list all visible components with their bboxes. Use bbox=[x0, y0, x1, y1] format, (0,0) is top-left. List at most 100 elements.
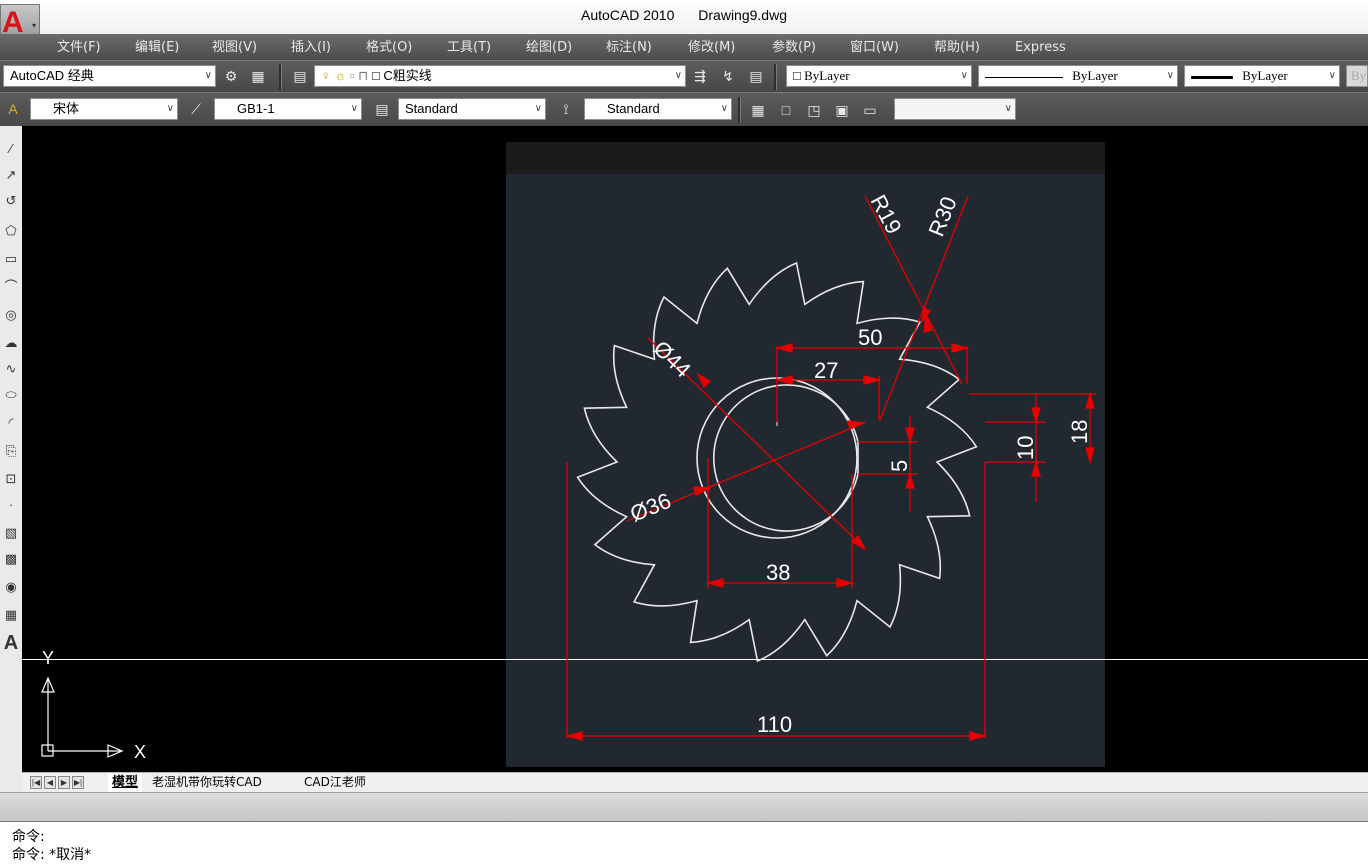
toolbar-separator bbox=[279, 64, 282, 90]
workspace-settings-icon[interactable]: ⚙ bbox=[221, 66, 241, 86]
clip-viewport-icon[interactable]: ▭ bbox=[860, 100, 880, 120]
make-object-layer-current-icon[interactable]: ⇶ bbox=[690, 66, 710, 86]
menu-dimension[interactable]: 标注(N) bbox=[606, 34, 652, 60]
hatch-icon[interactable]: ▧ bbox=[2, 522, 20, 544]
toolbar-separator bbox=[738, 97, 741, 123]
menu-parametric[interactable]: 参数(P) bbox=[772, 34, 816, 60]
chevron-down-icon: ∨ bbox=[1166, 70, 1174, 81]
rectangle-icon[interactable]: ▭ bbox=[2, 248, 20, 270]
tab-model[interactable]: 模型 bbox=[108, 773, 143, 792]
menu-draw[interactable]: 绘图(D) bbox=[526, 34, 572, 60]
arc-icon[interactable]: ⌒ bbox=[2, 276, 20, 298]
multileader-style-select[interactable]: Standard ∨ bbox=[584, 98, 732, 120]
color-select[interactable]: □ ByLayer ∨ bbox=[786, 65, 972, 87]
chevron-down-icon: ∨ bbox=[204, 70, 212, 81]
status-strip bbox=[0, 792, 1368, 822]
drawing-svg: Y X 110 50 27 38 5 10 18 Ø44 Ø36 R19 R30 bbox=[22, 191, 1368, 762]
multileader-style-icon[interactable]: ⟟ bbox=[556, 99, 576, 119]
table-icon[interactable]: ▦ bbox=[2, 604, 20, 626]
lineweight-select[interactable]: ByLayer ∨ bbox=[1184, 65, 1340, 87]
text-style-manager-icon[interactable]: A bbox=[3, 99, 23, 119]
layer-previous-icon[interactable]: ↯ bbox=[718, 66, 738, 86]
polyline-icon[interactable]: ↺ bbox=[2, 190, 20, 212]
menu-bar: 文件(F) 编辑(E) 视图(V) 插入(I) 格式(O) 工具(T) 绘图(D… bbox=[0, 34, 1368, 60]
table-style-icon[interactable]: ▤ bbox=[372, 99, 392, 119]
dim-r19-label: R19 bbox=[866, 191, 907, 238]
table-style-select[interactable]: Standard ∨ bbox=[398, 98, 546, 120]
object-viewport-icon[interactable]: ▣ bbox=[832, 100, 852, 120]
dimension-style-icon[interactable]: ⟋ bbox=[186, 99, 206, 119]
previous-tab-icon[interactable]: ◀ bbox=[44, 776, 56, 789]
menu-file[interactable]: 文件(F) bbox=[57, 34, 101, 60]
menu-insert[interactable]: 插入(I) bbox=[291, 34, 331, 60]
single-viewport-icon[interactable]: □ bbox=[776, 100, 796, 120]
draw-toolbar: ⁄ ↗ ↺ ⬠ ▭ ⌒ ◎ ☁ ∿ ⬭ ◜ ⎘ ⊡ · ▧ ▩ ◉ ▦ A bbox=[0, 126, 23, 826]
chevron-down-icon: ∨ bbox=[960, 70, 968, 81]
multileader-style-value: Standard bbox=[607, 101, 660, 116]
text-height-style-select[interactable]: GB1-1 ∨ bbox=[214, 98, 362, 120]
tab-layout1[interactable]: 老湿机带你玩转CAD bbox=[152, 773, 262, 792]
workspace-select[interactable]: AutoCAD 经典 ∨ bbox=[3, 65, 216, 87]
dim-5-label: 5 bbox=[887, 460, 912, 472]
command-history-line: 命令: bbox=[12, 829, 45, 845]
file-name: Drawing9.dwg bbox=[698, 7, 787, 23]
line-icon[interactable]: ⁄ bbox=[2, 138, 20, 160]
construction-line-icon[interactable]: ↗ bbox=[2, 164, 20, 186]
chevron-down-icon: ∨ bbox=[720, 103, 728, 114]
polygonal-viewport-icon[interactable]: ◳ bbox=[804, 100, 824, 120]
menu-help[interactable]: 帮助(H) bbox=[934, 34, 980, 60]
viewport-dialog-icon[interactable]: ▦ bbox=[748, 100, 768, 120]
layer-properties-icon[interactable]: ▤ bbox=[290, 66, 310, 86]
first-tab-icon[interactable]: |◀ bbox=[30, 776, 42, 789]
next-tab-icon[interactable]: ▶ bbox=[58, 776, 70, 789]
app-name: AutoCAD 2010 bbox=[580, 7, 675, 23]
spline-icon[interactable]: ∿ bbox=[2, 358, 20, 380]
ucs-y-label: Y bbox=[42, 648, 54, 668]
saw-blade-teeth bbox=[576, 261, 978, 663]
chevron-down-icon: ∨ bbox=[166, 103, 174, 114]
chevron-down-icon: ∨ bbox=[1004, 103, 1012, 114]
revision-cloud-icon[interactable]: ☁ bbox=[2, 332, 20, 354]
region-icon[interactable]: ◉ bbox=[2, 576, 20, 598]
layer-select[interactable]: ♀ ☼ ▫ ⊓ □ C粗实线 ∨ bbox=[314, 65, 686, 87]
plotstyle-select[interactable]: By bbox=[1346, 65, 1368, 87]
chevron-down-icon: ∨ bbox=[674, 70, 682, 81]
layer-state-icon[interactable]: ▤ bbox=[746, 66, 766, 86]
ellipse-arc-icon[interactable]: ◜ bbox=[2, 412, 20, 434]
multiline-text-icon[interactable]: A bbox=[2, 632, 20, 654]
menu-modify[interactable]: 修改(M) bbox=[688, 34, 735, 60]
table-style-value: Standard bbox=[405, 101, 458, 116]
viewport-scale-select[interactable]: ∨ bbox=[894, 98, 1016, 120]
drawing-area[interactable]: Y X 110 50 27 38 5 10 18 Ø44 Ø36 R19 R30 bbox=[22, 126, 1368, 772]
layer-value: C粗实线 bbox=[383, 68, 432, 83]
bore-keyway-circle bbox=[712, 384, 859, 532]
dimensions-layer bbox=[564, 195, 1096, 741]
command-window[interactable]: 命令: 命令: *取消* bbox=[0, 822, 1368, 863]
polygon-icon[interactable]: ⬠ bbox=[2, 220, 20, 242]
make-block-icon[interactable]: ⊡ bbox=[2, 468, 20, 490]
menu-edit[interactable]: 编辑(E) bbox=[135, 34, 179, 60]
ellipse-icon[interactable]: ⬭ bbox=[2, 384, 20, 406]
font-select[interactable]: 宋体 ∨ bbox=[30, 98, 178, 120]
menu-express[interactable]: Express bbox=[1015, 34, 1066, 60]
menu-window[interactable]: 窗口(W) bbox=[850, 34, 899, 60]
menu-view[interactable]: 视图(V) bbox=[212, 34, 257, 60]
menu-format[interactable]: 格式(O) bbox=[366, 34, 412, 60]
chevron-down-icon: ∨ bbox=[534, 103, 542, 114]
linetype-value: ByLayer bbox=[1072, 68, 1118, 83]
insert-block-icon[interactable]: ⎘ bbox=[2, 440, 20, 462]
gradient-icon[interactable]: ▩ bbox=[2, 548, 20, 570]
dim-r30-label: R30 bbox=[923, 193, 961, 240]
point-icon[interactable]: · bbox=[2, 494, 20, 516]
linetype-select[interactable]: ByLayer ∨ bbox=[978, 65, 1178, 87]
dim-27-label: 27 bbox=[814, 358, 838, 383]
layer-on-bulb-icon: ♀ bbox=[321, 68, 331, 83]
last-tab-icon[interactable]: ▶| bbox=[72, 776, 84, 789]
color-value: ByLayer bbox=[804, 68, 850, 83]
chevron-down-icon: ∨ bbox=[1328, 70, 1336, 81]
workspace-customize-icon[interactable]: ▦ bbox=[248, 66, 268, 86]
menu-tools[interactable]: 工具(T) bbox=[447, 34, 491, 60]
circle-icon[interactable]: ◎ bbox=[2, 304, 20, 326]
tab-layout2[interactable]: CAD江老师 bbox=[304, 773, 366, 792]
dim-18-label: 18 bbox=[1067, 420, 1092, 444]
